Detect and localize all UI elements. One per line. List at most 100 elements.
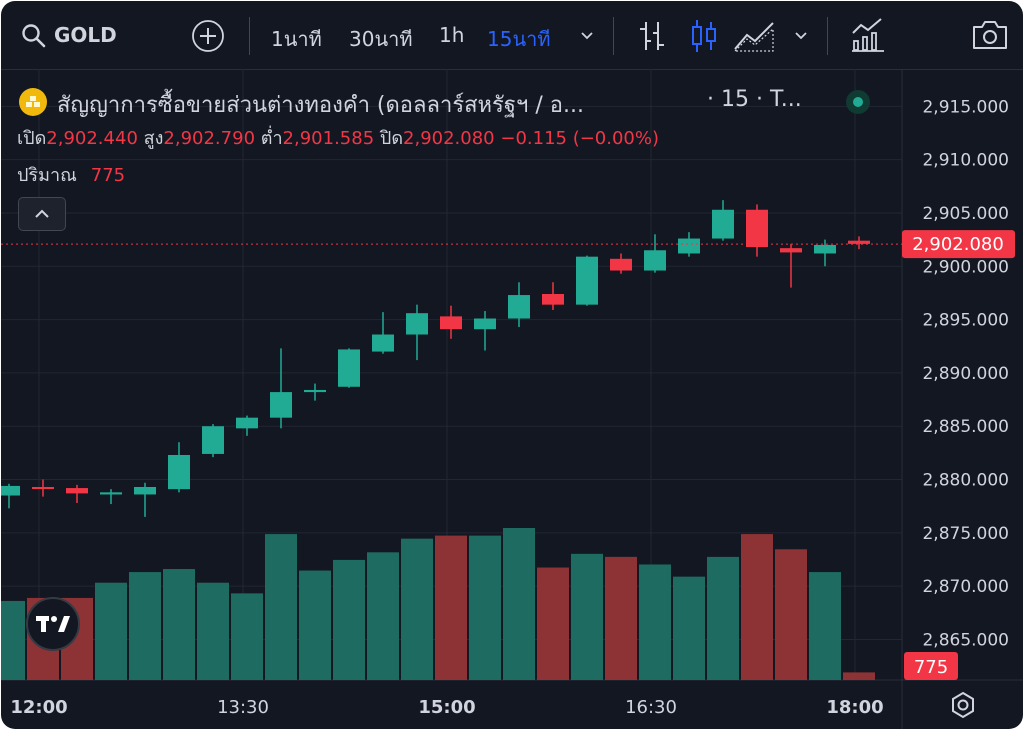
tradingview-logo[interactable] [26,597,80,651]
time-axis: 12:00 13:30 15:00 16:30 18:00 [10,697,883,718]
volume-bar [673,576,705,680]
high-value: 2,902.790 [163,128,256,149]
candle-body [644,250,666,271]
volume-bar [401,538,433,680]
legend-interval: · 15 · T... [707,87,802,112]
candle [576,255,598,306]
volume-bar [469,535,501,680]
price-tick-label: 2,865.000 [922,630,1009,650]
close-value: 2,902.080 [403,128,495,149]
candle [474,311,496,351]
price-tick-label: 2,890.000 [922,364,1009,384]
candle-body [372,334,394,352]
volume-bar [605,556,637,680]
price-tick-label: 2,910.000 [922,151,1009,171]
price-tick-label: 2,895.000 [922,311,1009,331]
candle [440,305,462,339]
ohlc-legend: เปิด2,902.440 สูง2,902.790 ต่ำ2,901.585 … [17,123,659,152]
last-price-tag: 2,902.080 [902,230,1015,259]
candle-body [576,256,598,305]
volume-legend: ปริมาณ 775 [17,160,125,189]
low-value: 2,901.585 [282,128,375,149]
settings-icon[interactable] [948,690,978,720]
candle [202,424,224,458]
candle [338,348,360,388]
candle [168,442,190,493]
volume-value: 775 [90,165,126,186]
price-tick-label: 2,880.000 [922,471,1009,491]
candle [270,348,292,429]
candle-body [474,318,496,330]
volume-bar [163,569,195,680]
candle [1,483,20,509]
price-tick-label: 2,905.000 [922,204,1009,224]
volume-bar [197,582,229,680]
volume-bar [333,559,365,680]
tradingview-logo-icon [36,616,70,632]
volume-bar [95,582,127,680]
volume-bar [537,567,569,680]
volume-bar [435,535,467,680]
candle-body [746,209,768,248]
chart-window: GOLD 1นาที 30นาที 1h 15นาที 2,915.000 2,… [1,1,1023,729]
candle-body [780,248,802,253]
candle-body [406,313,428,335]
volume-bar [367,552,399,680]
price-tick-label: 2,915.000 [922,97,1009,117]
time-tick-label: 16:30 [625,697,677,718]
candle-body [508,295,530,319]
candle [644,234,666,273]
candle-body [100,492,122,495]
high-label: สูง [143,128,164,149]
last-price-label: 2,902.080 [912,234,1004,255]
candle [304,383,326,401]
candle-body [712,209,734,239]
candle [32,479,54,497]
candle [610,253,632,274]
candle-body [236,417,258,429]
chevron-up-icon [35,209,49,218]
candle-body [678,238,700,254]
candle-body [338,349,360,387]
volume-bar [775,549,807,680]
candle [746,204,768,257]
time-tick-label: 15:00 [418,697,475,718]
volume-bar [1,600,25,680]
candle [406,304,428,361]
volume-bar [503,528,535,680]
volume-label: ปริมาณ [17,165,77,186]
collapse-legend-button[interactable] [18,197,66,231]
price-tick-label: 2,900.000 [922,257,1009,277]
open-value: 2,902.440 [46,128,138,149]
candle-body [202,426,224,454]
candle [236,415,258,436]
candle [508,282,530,328]
candle-body [1,485,20,496]
close-label: ปิด [379,128,404,149]
candle-body [270,392,292,418]
candle-body [66,488,88,494]
volume-bar [707,556,739,680]
volume-bars [1,528,875,680]
volume-bar [843,672,875,680]
gold-symbol-icon [19,88,47,116]
volume-bar [571,553,603,680]
volume-bar [809,572,841,680]
volume-price-label: 775 [914,657,948,678]
candle-body [440,316,462,330]
volume-bar [265,534,297,680]
market-status-icon[interactable] [843,87,873,117]
volume-bar [741,534,773,680]
candle [66,484,88,503]
volume-bar [299,570,331,680]
volume-bar [231,593,263,680]
candle-body [134,486,156,495]
open-label: เปิด [17,128,47,149]
candle [100,489,122,505]
candle [780,243,802,288]
time-tick-label: 13:30 [217,697,269,718]
change-value: −0.115 (−0.00%) [500,128,660,149]
candle [372,312,394,354]
price-tick-label: 2,885.000 [922,417,1009,437]
symbol-description: สัญญาการซื้อขายส่วนต่างทองคำ (ดอลลาร์สหร… [57,93,584,118]
